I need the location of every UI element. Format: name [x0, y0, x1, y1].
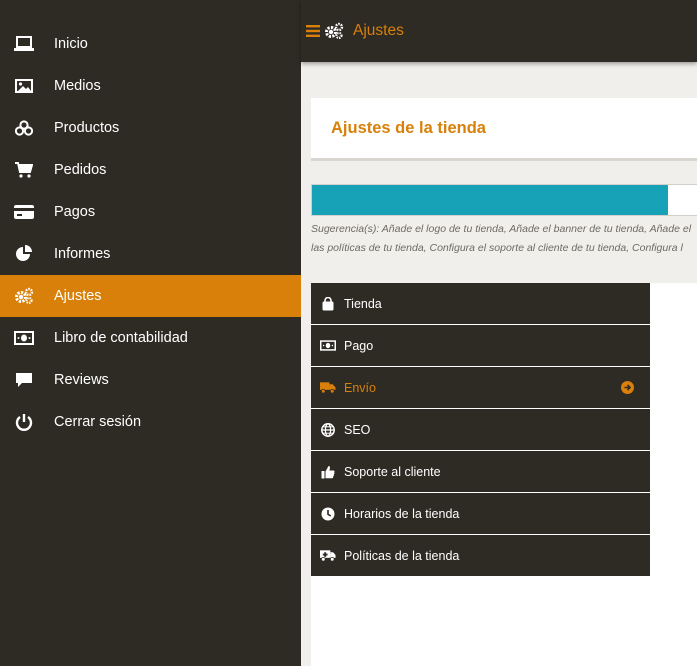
sidebar-item-label: Pagos: [54, 204, 96, 220]
sidebar-item-label: Productos: [54, 120, 120, 136]
settings-menu-label: Tienda: [344, 296, 382, 311]
suggestion-line: las políticas de tu tienda, Configura el…: [311, 242, 683, 254]
settings-menu-tienda[interactable]: Tienda: [311, 283, 650, 325]
settings-menu-soporte-al-cliente[interactable]: Soporte al cliente: [311, 451, 650, 493]
sidebar-item-cerrar-sesion[interactable]: Cerrar sesión: [0, 401, 301, 443]
arrow-circle-right-icon: [621, 381, 634, 394]
sidebar-item-inicio[interactable]: Inicio: [0, 23, 301, 65]
settings-menu-label: Políticas de la tienda: [344, 548, 460, 563]
suggestion-text: Sugerencia(s): Añade el logo de tu tiend…: [311, 220, 697, 258]
sidebar-item-label: Inicio: [54, 36, 88, 52]
settings-menu-label: SEO: [344, 422, 371, 437]
sidebar-item-reviews[interactable]: Reviews: [0, 359, 301, 401]
settings-menu-seo[interactable]: SEO: [311, 409, 650, 451]
title-card: Ajustes de la tienda: [311, 98, 697, 161]
sidebar-item-label: Informes: [54, 246, 111, 262]
sidebar-item-label: Libro de contabilidad: [54, 330, 188, 346]
settings-menu: Tienda Pago Envío SEO Soporte al cliente…: [311, 283, 650, 577]
sidebar-item-productos[interactable]: Productos: [0, 107, 301, 149]
hamburger-menu-icon[interactable]: [306, 25, 320, 37]
sidebar-item-label: Ajustes: [54, 288, 102, 304]
sidebar-item-informes[interactable]: Informes: [0, 233, 301, 275]
settings-menu-label: Horarios de la tienda: [344, 506, 460, 521]
section-heading: Ajustes de la tienda: [331, 118, 486, 137]
clock-icon: [320, 506, 336, 522]
sidebar-item-pedidos[interactable]: Pedidos: [0, 149, 301, 191]
truck-icon: [320, 380, 336, 396]
cubes-icon: [14, 118, 34, 138]
settings-menu-envio[interactable]: Envío: [311, 367, 650, 409]
money-icon: [14, 328, 34, 348]
sidebar-item-label: Pedidos: [54, 162, 107, 178]
gears-icon: [324, 22, 344, 40]
sidebar-item-ajustes[interactable]: Ajustes: [0, 275, 301, 317]
page-title: Ajustes: [353, 22, 404, 39]
comment-icon: [14, 370, 34, 390]
sidebar-item-medios[interactable]: Medios: [0, 65, 301, 107]
credit-card-icon: [14, 202, 34, 222]
sidebar-item-label: Reviews: [54, 372, 109, 388]
settings-menu-label: Pago: [344, 338, 374, 353]
settings-panel: Tienda Pago Envío SEO Soporte al cliente…: [311, 283, 697, 666]
sidebar-item-pagos[interactable]: Pagos: [0, 191, 301, 233]
sidebar-item-label: Cerrar sesión: [54, 414, 142, 430]
settings-menu-horarios-de-la-tienda[interactable]: Horarios de la tienda: [311, 493, 650, 535]
pie-chart-icon: [14, 244, 34, 264]
laptop-icon: [14, 34, 34, 54]
setup-progress-bar: [311, 184, 697, 216]
main-content: Ajustes de la tienda Sugerencia(s): Añad…: [301, 62, 697, 666]
gears-icon: [14, 286, 34, 306]
image-icon: [14, 76, 34, 96]
settings-menu-label: Envío: [344, 380, 376, 395]
suggestion-line: Sugerencia(s): Añade el logo de tu tiend…: [311, 223, 692, 235]
globe-icon: [320, 422, 336, 438]
thumbs-up-icon: [320, 464, 336, 480]
settings-menu-politicas-de-la-tienda[interactable]: Políticas de la tienda: [311, 535, 650, 577]
sidebar-item-libro-de-contabilidad[interactable]: Libro de contabilidad: [0, 317, 301, 359]
settings-menu-pago[interactable]: Pago: [311, 325, 650, 367]
progress-fill: [312, 185, 669, 215]
ambulance-icon: [320, 548, 336, 564]
settings-menu-label: Soporte al cliente: [344, 464, 441, 479]
money-icon: [320, 338, 336, 354]
sidebar: Inicio Medios Productos Pedidos Pagos In…: [0, 0, 301, 666]
cart-icon: [14, 160, 34, 180]
shopping-bag-icon: [320, 296, 336, 312]
power-icon: [14, 412, 34, 432]
topbar: Ajustes: [301, 0, 697, 62]
sidebar-item-label: Medios: [54, 78, 101, 94]
